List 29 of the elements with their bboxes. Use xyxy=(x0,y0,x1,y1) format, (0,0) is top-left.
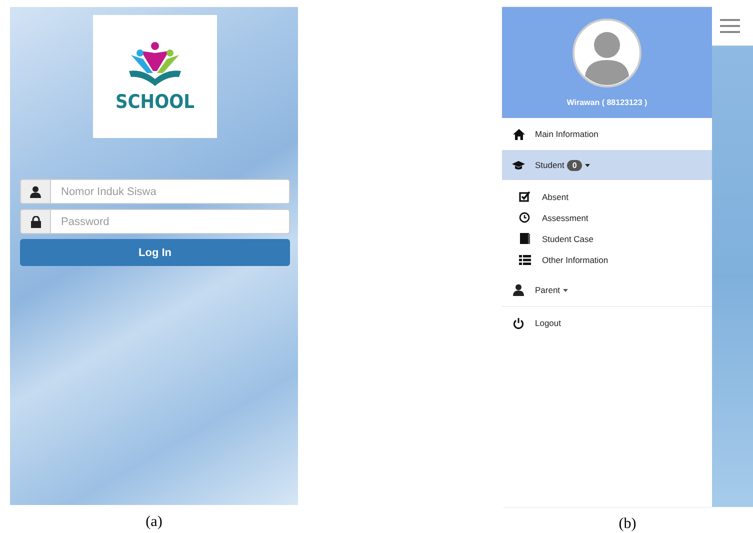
book-icon xyxy=(520,233,530,244)
clock-icon xyxy=(519,212,530,223)
power-icon xyxy=(513,318,524,328)
logo-text: SCHOOL xyxy=(115,90,195,112)
figure-caption: (b) xyxy=(618,516,636,533)
count-badge: 0 xyxy=(567,160,582,170)
avatar-icon xyxy=(572,18,642,88)
school-logo-drawing xyxy=(127,40,183,88)
checkbox-icon xyxy=(519,191,530,202)
user-icon xyxy=(30,186,41,198)
menu-icon[interactable] xyxy=(720,19,740,33)
figure-caption: (a) xyxy=(146,514,162,531)
graduation-cap-icon xyxy=(512,160,525,170)
submenu-item[interactable]: Absent xyxy=(518,186,712,207)
password-field[interactable]: Password xyxy=(20,209,290,234)
user-icon xyxy=(513,284,524,296)
submenu-item[interactable]: Student Case xyxy=(518,228,712,249)
menu-item[interactable]: Student 0 xyxy=(502,150,712,180)
home-icon xyxy=(512,128,524,140)
submenu-item[interactable]: Other Information xyxy=(518,249,712,270)
username-field[interactable]: Nomor Induk Siswa xyxy=(20,179,290,204)
menu-item[interactable]: Parent xyxy=(502,274,712,306)
menu-item[interactable]: Logout xyxy=(502,307,712,339)
list-icon xyxy=(518,254,530,264)
menu-item[interactable]: Main Information xyxy=(502,118,712,150)
submenu-item[interactable]: Assessment xyxy=(518,207,712,228)
lock-icon xyxy=(30,216,40,228)
user-name: Wirawan ( 88123123 ) xyxy=(566,98,648,107)
login-button[interactable]: Log In xyxy=(20,239,290,266)
